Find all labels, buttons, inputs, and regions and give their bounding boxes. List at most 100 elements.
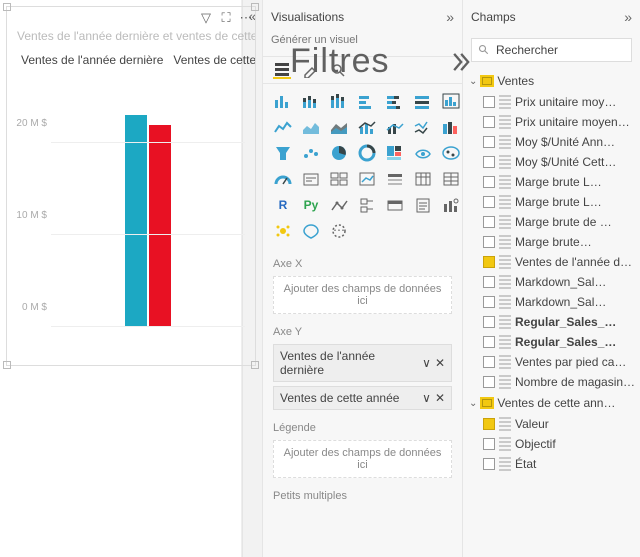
chip-remove-icon[interactable]: ✕ bbox=[435, 356, 445, 370]
viz-type-button[interactable] bbox=[411, 168, 435, 190]
viz-type-button[interactable] bbox=[327, 90, 351, 112]
field-node[interactable]: État bbox=[467, 454, 636, 474]
field-checkbox[interactable] bbox=[483, 418, 495, 430]
resize-handle-sw[interactable] bbox=[3, 361, 11, 369]
viz-type-button[interactable] bbox=[411, 194, 435, 216]
field-node[interactable]: Moy $/Unité Ann… bbox=[467, 132, 636, 152]
axis-y-chip-2[interactable]: Ventes de cette année ∨✕ bbox=[273, 386, 452, 410]
chip-menu-icon[interactable]: ∨ bbox=[422, 356, 431, 370]
table-node[interactable]: ⌄Ventes de cette ann… bbox=[467, 392, 636, 414]
field-node[interactable]: Markdown_Sal… bbox=[467, 292, 636, 312]
field-node[interactable]: Nombre de magasin… bbox=[467, 372, 636, 392]
field-node[interactable]: Prix unitaire moy… bbox=[467, 92, 636, 112]
viz-type-button[interactable] bbox=[439, 90, 463, 112]
field-node[interactable]: Objectif bbox=[467, 434, 636, 454]
field-node[interactable]: Ventes de l'année d… bbox=[467, 252, 636, 272]
viz-type-button[interactable] bbox=[383, 116, 407, 138]
field-node[interactable]: Marge brute… bbox=[467, 232, 636, 252]
viz-type-button[interactable] bbox=[383, 90, 407, 112]
field-node[interactable]: Moy $/Unité Cett… bbox=[467, 152, 636, 172]
viz-type-button[interactable] bbox=[411, 90, 435, 112]
viz-type-button[interactable] bbox=[355, 168, 379, 190]
viz-type-button[interactable] bbox=[327, 116, 351, 138]
viz-type-button[interactable] bbox=[327, 168, 351, 190]
field-node[interactable]: Regular_Sales_… bbox=[467, 312, 636, 332]
field-node[interactable]: Markdown_Sal… bbox=[467, 272, 636, 292]
resize-handle-nw[interactable] bbox=[3, 3, 11, 11]
fields-tab[interactable] bbox=[273, 61, 291, 79]
field-checkbox[interactable] bbox=[483, 96, 495, 108]
field-node[interactable]: Marge brute L… bbox=[467, 172, 636, 192]
field-node[interactable]: Marge brute L… bbox=[467, 192, 636, 212]
field-checkbox[interactable] bbox=[483, 256, 495, 268]
axis-y-chip-1[interactable]: Ventes de l'année dernière ∨✕ bbox=[273, 344, 452, 382]
field-checkbox[interactable] bbox=[483, 438, 495, 450]
viz-type-button[interactable] bbox=[439, 142, 463, 164]
table-node[interactable]: ⌄Ventes bbox=[467, 70, 636, 92]
viz-type-button[interactable] bbox=[271, 90, 295, 112]
viz-type-button[interactable] bbox=[299, 142, 323, 164]
viz-type-button[interactable] bbox=[411, 142, 435, 164]
report-canvas[interactable]: ▽ ⛶ ⋯ Ventes de l'année dernière et vent… bbox=[0, 0, 242, 557]
viz-type-button[interactable] bbox=[299, 220, 323, 242]
viz-type-button[interactable] bbox=[411, 116, 435, 138]
viz-type-button[interactable] bbox=[355, 90, 379, 112]
viz-type-button[interactable] bbox=[355, 142, 379, 164]
field-checkbox[interactable] bbox=[483, 376, 495, 388]
viz-type-button[interactable] bbox=[271, 116, 295, 138]
fields-search-input[interactable]: Rechercher bbox=[471, 38, 632, 62]
viz-type-button[interactable] bbox=[383, 142, 407, 164]
field-checkbox[interactable] bbox=[483, 336, 495, 348]
collapse-fields-icon[interactable]: » bbox=[624, 9, 632, 25]
viz-type-button[interactable] bbox=[271, 220, 295, 242]
visual-filter-icon[interactable]: ▽ bbox=[199, 11, 213, 25]
legend-field-well[interactable]: Ajouter des champs de données ici bbox=[273, 440, 452, 478]
axis-x-field-well[interactable]: Ajouter des champs de données ici bbox=[273, 276, 452, 314]
viz-type-button[interactable] bbox=[299, 116, 323, 138]
chart-visual[interactable]: ▽ ⛶ ⋯ Ventes de l'année dernière et vent… bbox=[6, 6, 256, 366]
viz-type-button[interactable] bbox=[439, 194, 463, 216]
field-checkbox[interactable] bbox=[483, 296, 495, 308]
bar-series-2[interactable] bbox=[149, 125, 171, 327]
analytics-tab[interactable] bbox=[329, 61, 347, 79]
field-checkbox[interactable] bbox=[483, 176, 495, 188]
field-node[interactable]: Ventes par pied ca… bbox=[467, 352, 636, 372]
viz-type-button[interactable] bbox=[299, 168, 323, 190]
collapse-visualizations-icon[interactable]: » bbox=[446, 9, 454, 25]
field-checkbox[interactable] bbox=[483, 236, 495, 248]
viz-type-button[interactable]: R bbox=[271, 194, 295, 216]
viz-type-button[interactable]: ⋯ bbox=[327, 220, 351, 242]
field-checkbox[interactable] bbox=[483, 458, 495, 470]
field-checkbox[interactable] bbox=[483, 356, 495, 368]
viz-type-button[interactable] bbox=[383, 194, 407, 216]
format-tab[interactable] bbox=[301, 61, 319, 79]
focus-mode-icon[interactable]: ⛶ bbox=[219, 11, 233, 25]
field-checkbox[interactable] bbox=[483, 276, 495, 288]
field-checkbox[interactable] bbox=[483, 196, 495, 208]
viz-type-button[interactable] bbox=[383, 168, 407, 190]
field-node[interactable]: Valeur bbox=[467, 414, 636, 434]
field-checkbox[interactable] bbox=[483, 136, 495, 148]
more-options-icon[interactable]: ⋯ bbox=[239, 11, 253, 25]
field-checkbox[interactable] bbox=[483, 116, 495, 128]
field-checkbox[interactable] bbox=[483, 216, 495, 228]
bar-series-1[interactable] bbox=[125, 115, 147, 327]
viz-type-button[interactable] bbox=[299, 90, 323, 112]
chip-remove-icon[interactable]: ✕ bbox=[435, 391, 445, 405]
viz-type-button[interactable] bbox=[271, 168, 295, 190]
chip-menu-icon[interactable]: ∨ bbox=[422, 391, 431, 405]
resize-handle-se[interactable] bbox=[251, 361, 259, 369]
viz-type-button[interactable] bbox=[327, 142, 351, 164]
viz-type-button[interactable] bbox=[439, 168, 463, 190]
field-node[interactable]: Marge brute de … bbox=[467, 212, 636, 232]
viz-type-button[interactable] bbox=[355, 194, 379, 216]
viz-type-button[interactable] bbox=[355, 116, 379, 138]
field-checkbox[interactable] bbox=[483, 156, 495, 168]
viz-type-button[interactable] bbox=[327, 194, 351, 216]
viz-type-button[interactable] bbox=[271, 142, 295, 164]
field-checkbox[interactable] bbox=[483, 316, 495, 328]
viz-type-button[interactable] bbox=[439, 116, 463, 138]
viz-type-button[interactable]: Py bbox=[299, 194, 323, 216]
field-node[interactable]: Regular_Sales_… bbox=[467, 332, 636, 352]
field-node[interactable]: Prix unitaire moyen… bbox=[467, 112, 636, 132]
